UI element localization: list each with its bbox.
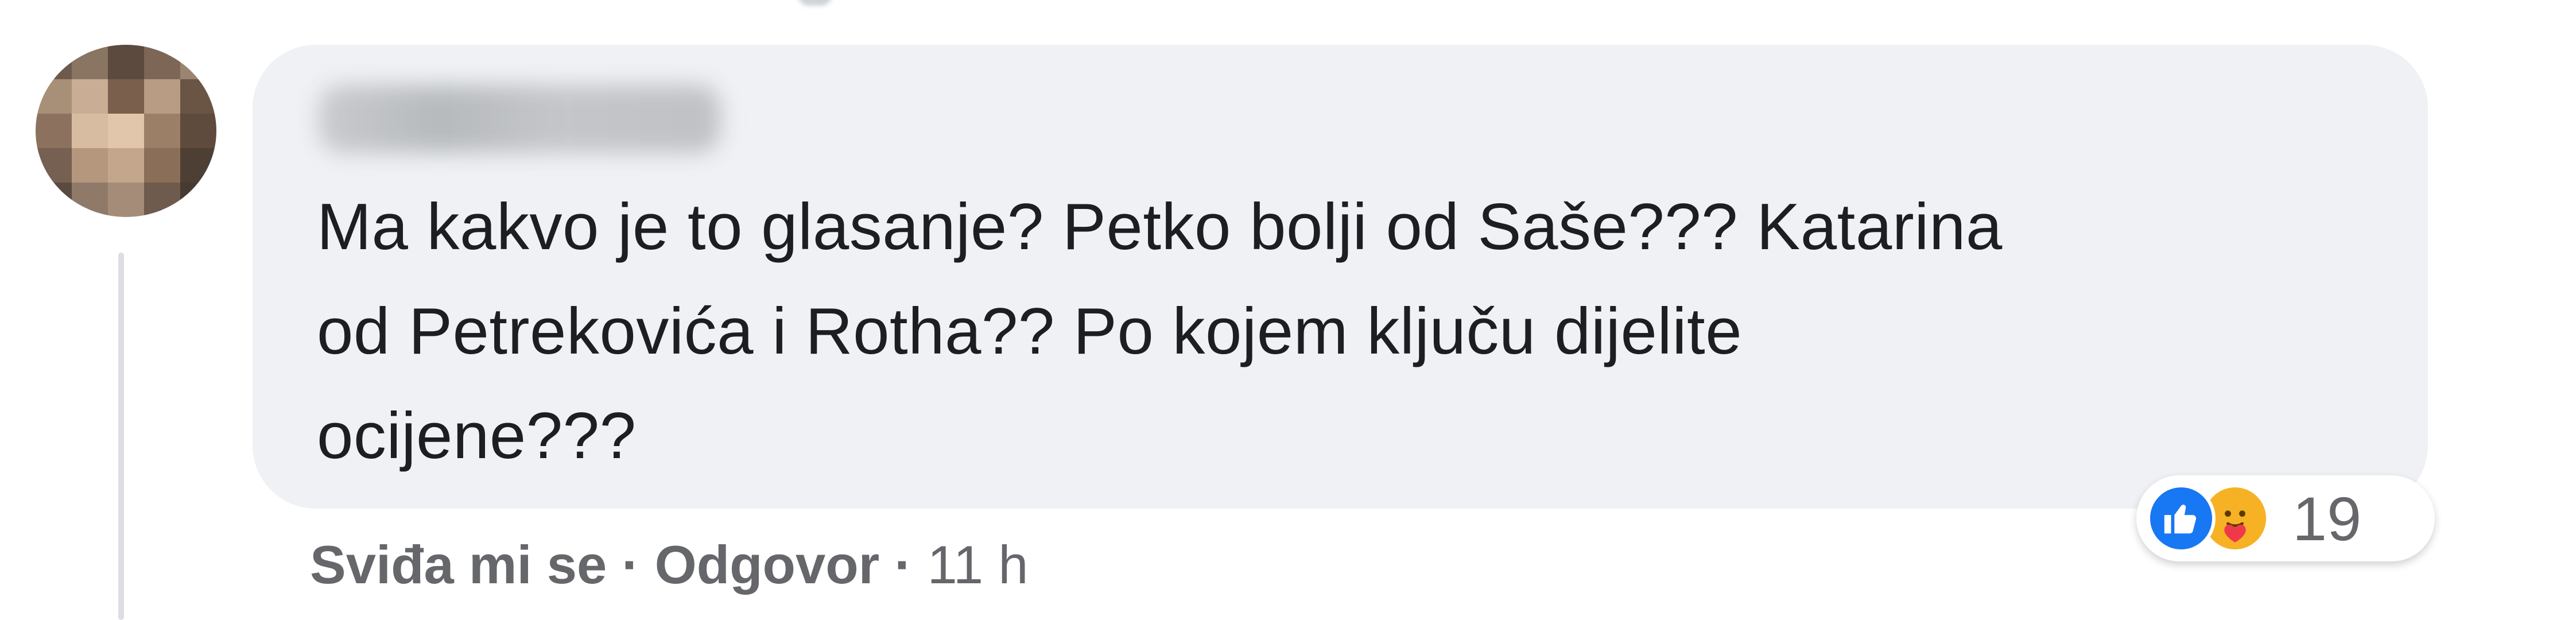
avatar[interactable] xyxy=(36,45,216,217)
thumbs-up-glyph xyxy=(2164,505,2197,534)
comment-actions: Sviđa mi se · Odgovor · 11 h xyxy=(310,534,1029,596)
reply-button[interactable]: Odgovor xyxy=(655,534,880,596)
comment-timestamp[interactable]: 11 h xyxy=(928,534,1029,596)
reaction-count: 19 xyxy=(2292,483,2362,553)
separator-dot: · xyxy=(894,534,913,595)
like-button[interactable]: Sviđa mi se xyxy=(310,534,607,596)
comment-thread: Ma kakvo je to glasanje? Petko bolji od … xyxy=(0,0,2576,620)
comment-text: Ma kakvo je to glasanje? Petko bolji od … xyxy=(317,191,2003,472)
author-name-blurred[interactable] xyxy=(319,85,720,153)
previous-comment-fragment xyxy=(798,0,832,6)
separator-dot: · xyxy=(622,534,640,595)
reactions-summary[interactable]: 19 xyxy=(2136,475,2435,561)
thread-connector-line xyxy=(118,253,124,620)
like-icon xyxy=(2147,484,2216,553)
